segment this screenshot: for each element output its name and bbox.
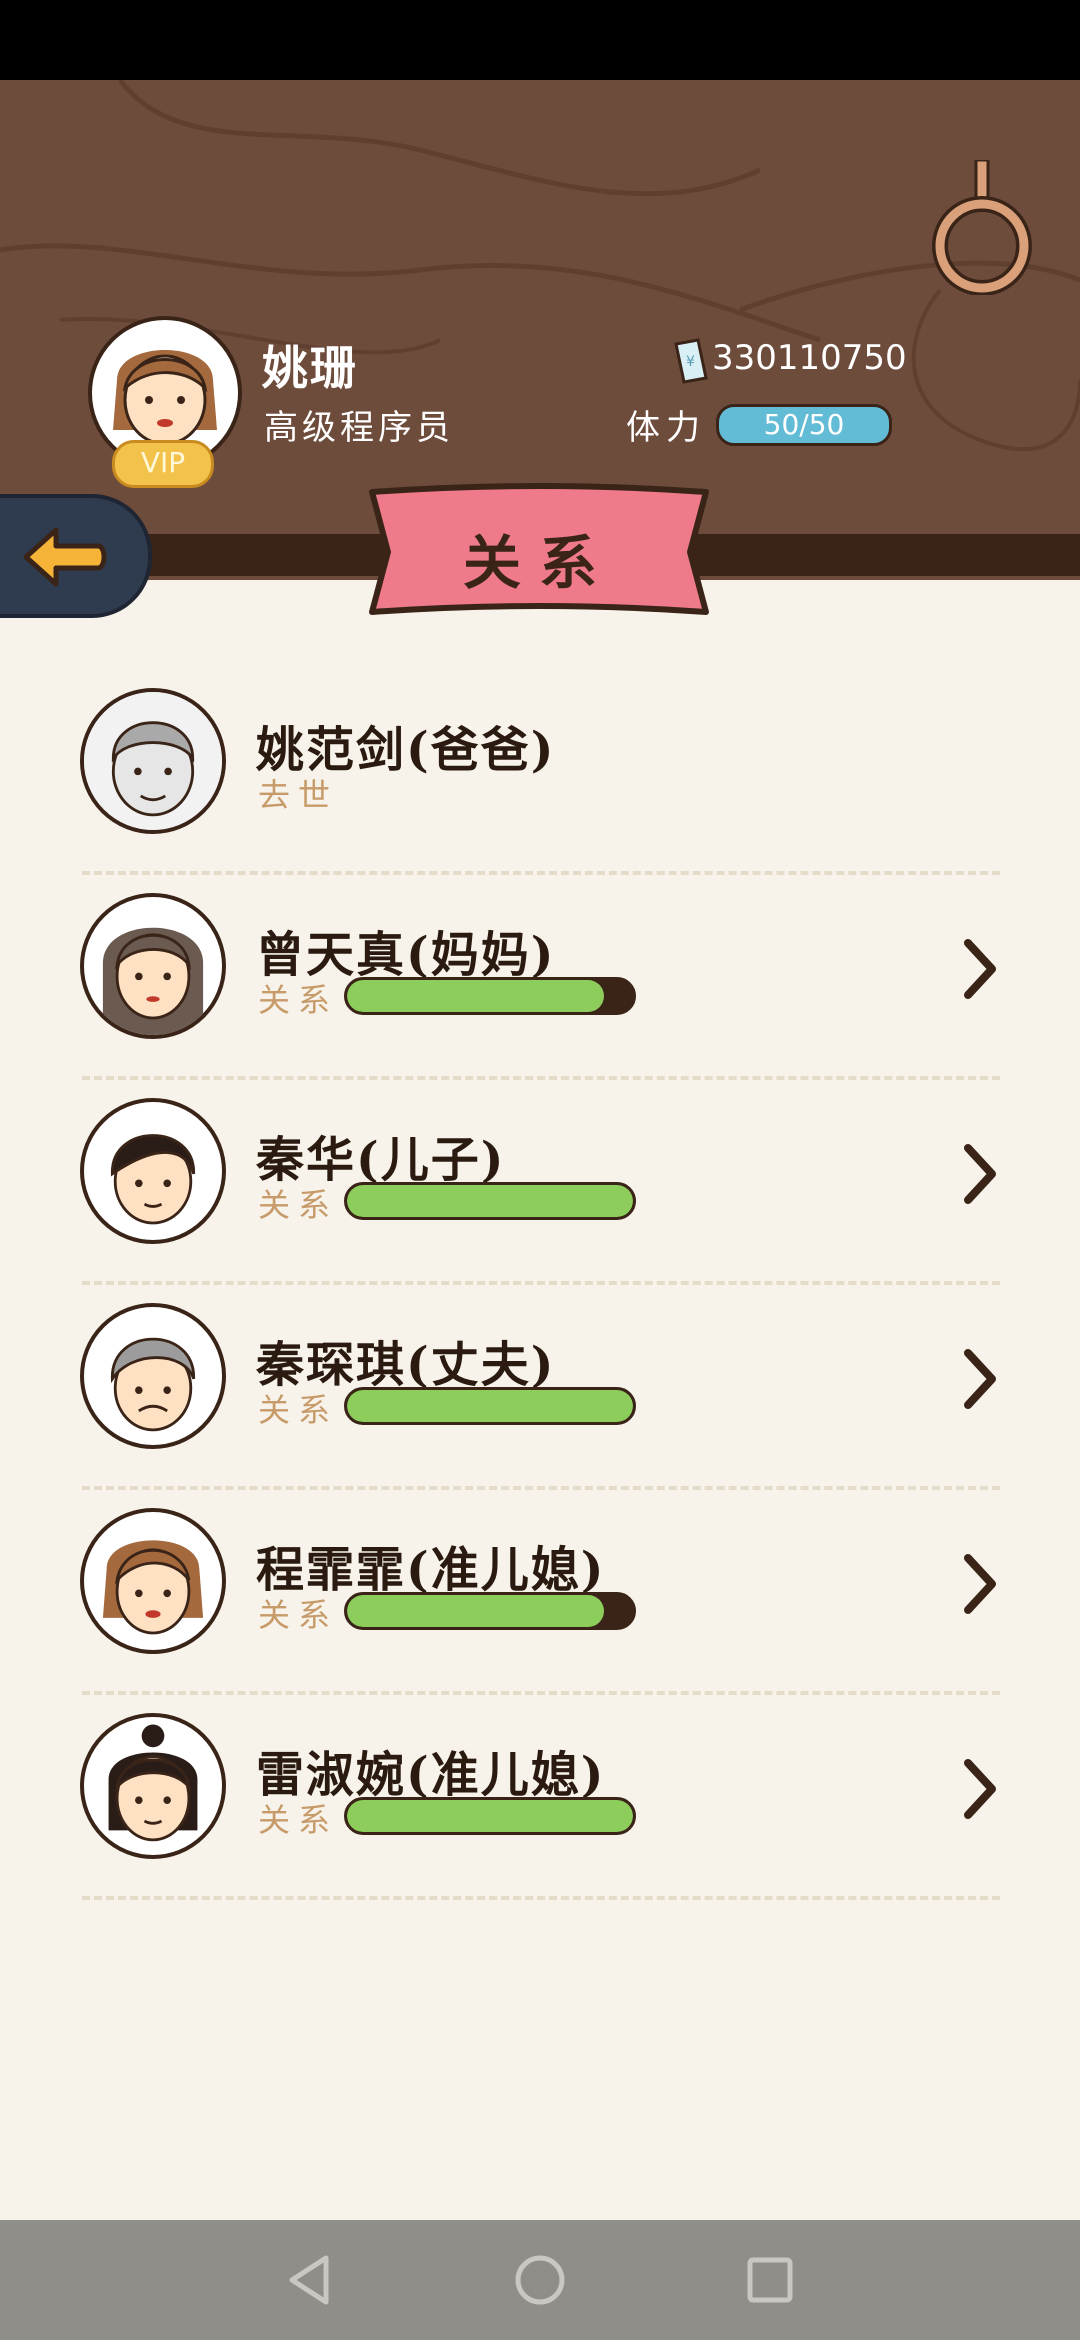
list-item[interactable]: 曾天真(妈妈) 关系 xyxy=(0,875,1080,1080)
svg-text:¥: ¥ xyxy=(686,354,695,370)
money-icon: ¥ xyxy=(674,338,708,384)
relation-label: 关系 xyxy=(258,1186,339,1224)
back-arrow-icon xyxy=(23,527,107,587)
list-item: 姚范剑(爸爸) 去世 xyxy=(0,670,1080,875)
player-title: 高级程序员 xyxy=(264,408,454,448)
vip-badge: VIP xyxy=(112,440,214,488)
back-button[interactable] xyxy=(0,494,152,618)
list-item[interactable]: 秦琛琪(丈夫) 关系 xyxy=(0,1285,1080,1490)
avatar xyxy=(80,1713,226,1859)
avatar xyxy=(80,1303,226,1449)
system-nav-bar xyxy=(0,2220,1080,2340)
relationship-fill xyxy=(347,1595,605,1627)
status-bar xyxy=(0,0,1080,80)
player-name: 姚珊 xyxy=(262,341,358,395)
relationship-bar xyxy=(344,1387,636,1425)
relationship-fill xyxy=(347,1800,633,1832)
chevron-right-icon[interactable] xyxy=(960,1347,1000,1411)
relation-label: 关系 xyxy=(258,1801,339,1839)
money-value: 330110750 xyxy=(712,338,907,378)
back-triangle-icon[interactable] xyxy=(282,2252,338,2308)
relationship-bar xyxy=(344,1797,636,1835)
relationship-fill xyxy=(347,1185,633,1217)
list-item[interactable]: 秦华(儿子) 关系 xyxy=(0,1080,1080,1285)
list-item[interactable]: 程霏霏(准儿媳) 关系 xyxy=(0,1490,1080,1695)
ring-icon[interactable] xyxy=(928,160,1038,295)
banner-title: 关系 xyxy=(462,529,615,597)
chevron-right-icon[interactable] xyxy=(960,1757,1000,1821)
relations-list: 姚范剑(爸爸) 去世 曾天真(妈妈) 关系 秦华(儿子) 关系 秦琛琪(丈夫) … xyxy=(0,670,1080,1900)
relation-label: 关系 xyxy=(258,981,339,1019)
relationship-fill xyxy=(347,1390,633,1422)
relationship-bar xyxy=(344,977,636,1015)
relationship-fill xyxy=(347,980,605,1012)
avatar xyxy=(80,688,226,834)
stamina-label: 体力 xyxy=(626,408,706,448)
relationship-bar xyxy=(344,1592,636,1630)
list-item[interactable]: 雷淑婉(准儿媳) 关系 xyxy=(0,1695,1080,1900)
relationship-bar xyxy=(344,1182,636,1220)
relation-label: 关系 xyxy=(258,1391,339,1429)
relation-label: 关系 xyxy=(258,1596,339,1634)
relation-status: 去世 xyxy=(258,776,339,814)
stamina-bar: 50/50 xyxy=(716,404,892,446)
home-circle-icon[interactable] xyxy=(512,2252,568,2308)
divider xyxy=(82,1896,1000,1900)
avatar xyxy=(80,1508,226,1654)
chevron-right-icon[interactable] xyxy=(960,937,1000,1001)
chevron-right-icon[interactable] xyxy=(960,1142,1000,1206)
recents-square-icon[interactable] xyxy=(742,2252,798,2308)
chevron-right-icon[interactable] xyxy=(960,1552,1000,1616)
avatar xyxy=(80,893,226,1039)
avatar xyxy=(80,1098,226,1244)
